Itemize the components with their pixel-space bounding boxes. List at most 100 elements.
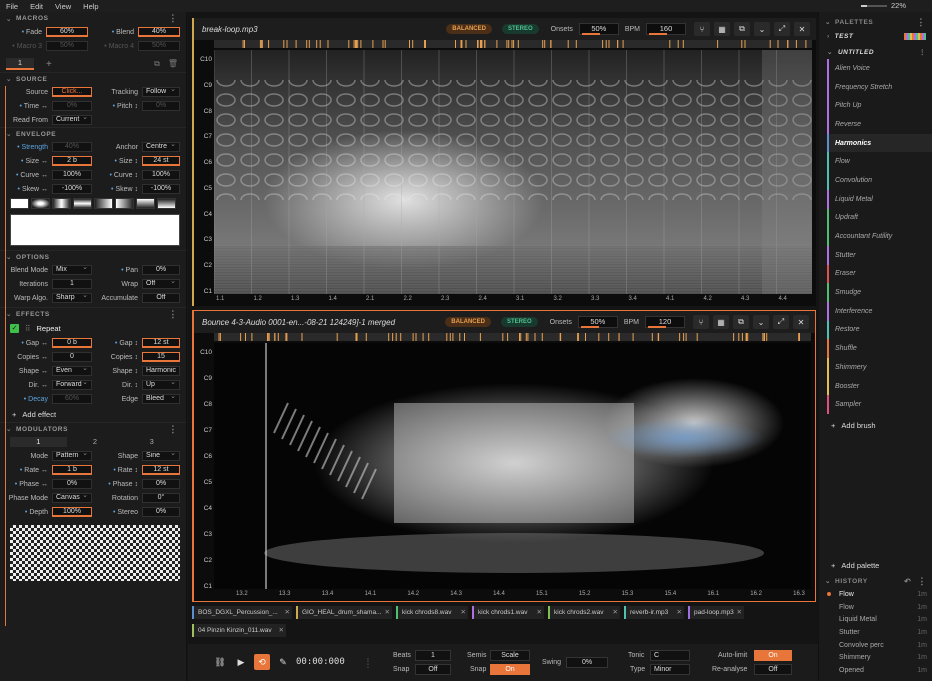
brush-item[interactable]: Shuffle (827, 339, 932, 358)
time-field[interactable]: 0% (52, 101, 92, 111)
brush-item[interactable]: Pitch Up (827, 96, 932, 116)
macro3-field[interactable]: 50% (46, 41, 88, 51)
envelope-preset-fade[interactable] (136, 198, 155, 209)
close-icon[interactable]: ✕ (385, 606, 390, 619)
duplicate-icon[interactable]: ⧉ (154, 59, 160, 69)
brush-item[interactable]: Liquid Metal (827, 189, 932, 209)
dir-y-select[interactable]: Up (142, 380, 180, 390)
strength-field[interactable]: 40% (52, 142, 92, 152)
anchor-select[interactable]: Centre (142, 142, 180, 152)
phase-mode-select[interactable]: Canvas (52, 493, 92, 503)
copies-x-field[interactable]: 0 (52, 352, 92, 362)
mode-select[interactable]: Pattern (52, 451, 92, 461)
file-tab[interactable]: kick chrods2.wav ✕ (548, 606, 620, 619)
source-field[interactable]: Click... (52, 87, 92, 97)
options-header[interactable]: ⌄ OPTIONS (0, 250, 186, 263)
wrap-select[interactable]: Off (142, 279, 180, 289)
envelope-preset-flat[interactable] (10, 198, 29, 209)
history-item[interactable]: Opened 1m (819, 664, 932, 677)
chevron-down-icon[interactable]: ⌄ (754, 22, 770, 36)
close-icon[interactable]: ✕ (279, 624, 284, 637)
menu-help[interactable]: Help (83, 2, 98, 11)
curve-x-field[interactable]: 100% (52, 170, 92, 180)
skew-x-field[interactable]: -100% (52, 184, 92, 194)
file-tab[interactable]: reverb-ir.mp3 ✕ (624, 606, 684, 619)
effects-header[interactable]: ⌄ EFFECTS ⋮ (0, 307, 186, 320)
add-palette-button[interactable]: + Add palette (819, 557, 879, 573)
rate-x-field[interactable]: 1 b (52, 465, 92, 475)
onset-strip[interactable] (214, 333, 811, 341)
depth-field[interactable]: 100% (52, 507, 92, 517)
brush-item[interactable]: Updraft (827, 208, 932, 228)
mode-badge[interactable]: BALANCED (445, 317, 491, 327)
more-icon[interactable]: ⋮ (168, 309, 178, 320)
history-item[interactable]: Convolve perc 1m (819, 639, 932, 652)
link-icon[interactable]: ⛓ (212, 654, 228, 670)
chevron-down-icon[interactable]: ⌄ (753, 315, 769, 329)
brush-item[interactable]: Convolution (827, 171, 932, 190)
split-icon[interactable]: ⑂ (694, 22, 710, 36)
phase-y-field[interactable]: 0% (142, 479, 180, 489)
envelope-preset-rise[interactable] (157, 198, 176, 209)
envelope-preset-ramp-down[interactable] (115, 198, 134, 209)
close-icon[interactable]: ✕ (793, 315, 809, 329)
re-analyse-toggle[interactable]: Off (754, 664, 792, 675)
add-brush-button[interactable]: + Add brush (819, 417, 932, 433)
layer-tab-1[interactable]: 1 (6, 58, 34, 70)
palette-untitled[interactable]: ⌄ UNTITLED ⋮ (819, 45, 932, 59)
more-icon[interactable]: ⋮ (168, 13, 178, 24)
envelope-preset-radial[interactable] (31, 198, 50, 209)
read-from-select[interactable]: Current (52, 115, 92, 125)
file-tab[interactable]: BOS_DGXL_Percussion_... ✕ (192, 606, 292, 619)
curve-y-field[interactable]: 100% (142, 170, 180, 180)
brush-item[interactable]: Accountant Futility (827, 227, 932, 246)
envelope-preset-horizontal[interactable] (73, 198, 92, 209)
spectrogram-canvas[interactable] (214, 50, 812, 294)
modulators-header[interactable]: ⌄ MODULATORS ⋮ (0, 422, 186, 435)
drag-handle-icon[interactable]: ⠿ (25, 324, 31, 333)
shape-y-select[interactable]: Harmonic (142, 366, 180, 376)
blend-field[interactable]: 40% (138, 27, 180, 37)
file-tab[interactable]: pad-loop.mp3 ✕ (688, 606, 744, 619)
warp-algo-select[interactable]: Sharp (52, 293, 92, 303)
brush-item[interactable]: Flow (827, 152, 932, 172)
expand-icon[interactable]: ⤢ (774, 22, 790, 36)
semis-select[interactable]: Scale (490, 650, 530, 661)
copy-icon[interactable]: ⧉ (734, 22, 750, 36)
history-item[interactable]: Shimmery 1m (819, 651, 932, 664)
brush-item[interactable]: Alien Voice (827, 59, 932, 78)
size-x-field[interactable]: 2 b (52, 156, 92, 166)
close-icon[interactable]: ✕ (613, 606, 618, 619)
more-icon[interactable]: ⋮ (168, 424, 178, 435)
shape-x-select[interactable]: Even (52, 366, 92, 376)
rate-y-field[interactable]: 12 st (142, 465, 180, 475)
spectrogram-canvas[interactable] (214, 343, 811, 589)
close-icon[interactable]: ✕ (461, 606, 466, 619)
mode-badge[interactable]: BALANCED (446, 24, 492, 34)
gap-y-field[interactable]: 12 st (142, 338, 180, 348)
file-tab[interactable]: GIO_HEAL_drum_shama... ✕ (296, 606, 392, 619)
modulator-tab-2[interactable]: 2 (67, 437, 124, 447)
brush-item[interactable]: Smudge (827, 283, 932, 302)
stereo-field[interactable]: 0% (142, 507, 180, 517)
split-icon[interactable]: ⑂ (693, 315, 709, 329)
add-layer-icon[interactable]: + (46, 59, 52, 70)
close-icon[interactable]: ✕ (677, 606, 682, 619)
play-icon[interactable]: ▶ (233, 654, 249, 670)
brush-item[interactable]: Stutter (827, 245, 932, 265)
brush-item[interactable]: Interference (827, 301, 932, 321)
bpm-field[interactable]: 160 (646, 23, 686, 35)
gap-x-field[interactable]: 0 b (52, 338, 92, 348)
brush-item[interactable]: Booster (827, 376, 932, 396)
auto-limit-toggle[interactable]: On (754, 650, 792, 661)
phase-x-field[interactable]: 0% (52, 479, 92, 489)
envelope-preset-vertical[interactable] (52, 198, 71, 209)
menu-view[interactable]: View (55, 2, 71, 11)
onsets-field[interactable]: 50% (578, 23, 619, 35)
blend-mode-select[interactable]: Mix (52, 265, 92, 275)
shape-select[interactable]: Sine (142, 451, 180, 461)
skew-y-field[interactable]: -100% (142, 184, 180, 194)
decay-field[interactable]: 60% (52, 394, 92, 404)
brush-item[interactable]: Shimmery (827, 358, 932, 377)
brush-item[interactable]: Harmonics (827, 133, 932, 153)
